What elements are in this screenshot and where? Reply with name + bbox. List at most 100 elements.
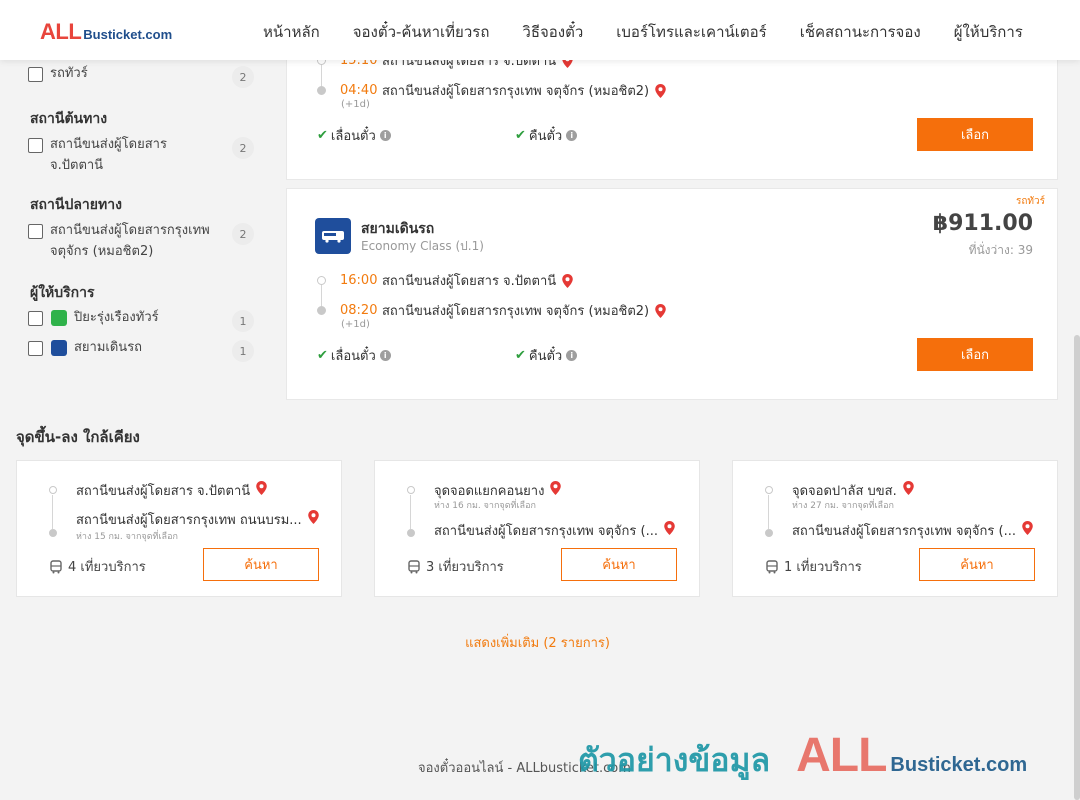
- trip-count: 1 เที่ยวบริการ: [765, 556, 862, 577]
- logo-all: ALL: [40, 19, 82, 44]
- map-pin-icon[interactable]: [664, 521, 675, 535]
- feature-refund: ✔ คืนตั๋ว i: [515, 125, 578, 146]
- trip-count: 4 เที่ยวบริการ: [49, 556, 146, 577]
- filter-label: ปิยะรุ่งเรืองทัวร์: [74, 310, 159, 325]
- filter-count: 2: [232, 223, 254, 245]
- check-icon: ✔: [515, 348, 526, 363]
- arrive-time: 08:20: [340, 303, 378, 318]
- distance-label: ห่าง 16 กม. จากจุดที่เลือก: [434, 501, 536, 511]
- feature-label: เลื่อนตั๋ว: [330, 349, 376, 364]
- filter-label: สยามเดินรถ: [74, 340, 143, 355]
- select-button[interactable]: เลือก: [917, 338, 1033, 371]
- filter-destination[interactable]: สถานีขนส่งผู้โดยสารกรุงเทพ จตุจักร (หมอช…: [28, 223, 254, 262]
- distance-label: ห่าง 15 กม. จากจุดที่เลือก: [76, 532, 178, 542]
- info-icon[interactable]: i: [566, 130, 578, 141]
- route-line: [52, 495, 53, 529]
- next-day-label: (+1d): [341, 99, 370, 110]
- info-icon[interactable]: i: [379, 130, 391, 141]
- info-icon[interactable]: i: [379, 350, 391, 361]
- operators-title: ผู้ให้บริการ: [30, 285, 95, 301]
- filter-bus-type[interactable]: รถทัวร์ 2: [28, 66, 254, 88]
- nav-home[interactable]: หน้าหลัก: [263, 20, 320, 44]
- operator-logo-icon: [315, 218, 351, 254]
- nav-how-to-book[interactable]: วิธีจองตั๋ว: [522, 20, 583, 44]
- map-pin-icon[interactable]: [1022, 521, 1033, 535]
- bus-icon: [766, 559, 778, 573]
- bus-class: Economy Class (ป.1): [361, 239, 484, 253]
- map-pin-icon[interactable]: [655, 303, 666, 318]
- filter-count: 1: [232, 310, 254, 332]
- depart-place: สถานีขนส่งผู้โดยสาร จ.ปัตตานี: [382, 274, 557, 289]
- depart-dot: [317, 276, 326, 285]
- nearby-card: สถานีขนส่งผู้โดยสาร จ.ปัตตานี สถานีขนส่ง…: [16, 460, 342, 597]
- checkbox[interactable]: [28, 224, 43, 239]
- to-label: สถานีขนส่งผู้โดยสารกรุงเทพ ถนนบรม...: [76, 513, 302, 528]
- arrive-dot: [317, 306, 326, 315]
- map-pin-icon[interactable]: [550, 481, 562, 495]
- filter-label: สถานีขนส่งผู้โดยสาร จ.ปัตตานี: [50, 137, 167, 173]
- arrive-dot: [317, 86, 326, 95]
- search-button[interactable]: ค้นหา: [203, 548, 319, 581]
- checkbox[interactable]: [28, 311, 43, 326]
- filter-operator-siam[interactable]: สยามเดินรถ 1: [28, 340, 254, 362]
- distance-label: ห่าง 27 กม. จากจุดที่เลือก: [792, 501, 894, 511]
- nav-phone-counters[interactable]: เบอร์โทรและเคาน์เตอร์: [616, 20, 766, 44]
- route-line: [410, 495, 411, 529]
- nav-book-search[interactable]: จองตั๋ว-ค้นหาเที่ยวรถ: [353, 20, 490, 44]
- to-place: สถานีขนส่งผู้โดยสารกรุงเทพ จตุจักร (...: [792, 520, 1033, 541]
- map-pin-icon[interactable]: [307, 510, 319, 524]
- nav-check-status[interactable]: เช็คสถานะการจอง: [800, 20, 921, 44]
- check-icon: ✔: [317, 128, 328, 143]
- operator-logo-icon: [51, 340, 67, 356]
- arrive-time: 04:40: [340, 83, 378, 98]
- feature-reschedule: ✔ เลื่อนตั๋ว i: [317, 345, 391, 366]
- search-button[interactable]: ค้นหา: [919, 548, 1035, 581]
- map-pin-icon[interactable]: [655, 83, 666, 98]
- check-icon: ✔: [515, 128, 526, 143]
- to-dot: [49, 529, 57, 537]
- checkbox[interactable]: [28, 341, 43, 356]
- filter-operator-piyarung[interactable]: ปิยะรุ่งเรืองทัวร์ 1: [28, 310, 254, 332]
- filter-origin[interactable]: สถานีขนส่งผู้โดยสาร จ.ปัตตานี 2: [28, 137, 254, 176]
- info-icon[interactable]: i: [566, 350, 578, 361]
- from-place: สถานีขนส่งผู้โดยสาร จ.ปัตตานี: [76, 480, 267, 501]
- main-nav: หน้าหลัก จองตั๋ว-ค้นหาเที่ยวรถ วิธีจองตั…: [263, 20, 1023, 44]
- map-pin-icon[interactable]: [256, 481, 267, 495]
- nav-operators[interactable]: ผู้ให้บริการ: [954, 20, 1023, 44]
- arrive-place: สถานีขนส่งผู้โดยสารกรุงเทพ จตุจักร (หมอช…: [382, 304, 650, 319]
- feature-label: คืนตั๋ว: [528, 129, 563, 144]
- select-button[interactable]: เลือก: [917, 118, 1033, 151]
- to-place: สถานีขนส่งผู้โดยสารกรุงเทพ ถนนบรม...: [76, 509, 319, 530]
- to-dot: [765, 529, 773, 537]
- trip-count: 3 เที่ยวบริการ: [407, 556, 504, 577]
- feature-refund: ✔ คืนตั๋ว i: [515, 345, 578, 366]
- from-label: จุดจอดแยกคอนยาง: [434, 484, 545, 499]
- to-label: สถานีขนส่งผู้โดยสารกรุงเทพ จตุจักร (...: [792, 524, 1016, 539]
- price: ฿911.00: [932, 211, 1033, 236]
- show-more-link[interactable]: แสดงเพิ่มเติม (2 รายการ): [0, 632, 1075, 653]
- checkbox[interactable]: [28, 138, 43, 153]
- filter-count: 2: [232, 137, 254, 159]
- filter-label: รถทัวร์: [50, 66, 88, 81]
- map-pin-icon[interactable]: [902, 481, 914, 495]
- arrive-row: 04:40 สถานีขนส่งผู้โดยสารกรุงเทพ จตุจักร…: [317, 80, 666, 101]
- scrollbar[interactable]: [1074, 335, 1080, 800]
- trip-count-label: 3 เที่ยวบริการ: [426, 560, 504, 575]
- watermark-thai: ตัวอย่างข้อมูล: [578, 741, 771, 779]
- watermark-busticket: Busticket.com: [890, 754, 1028, 776]
- search-button[interactable]: ค้นหา: [561, 548, 677, 581]
- logo-busticket: Busticket.com: [83, 27, 173, 42]
- nearby-card: จุดจอดปาลัส บขส. ห่าง 27 กม. จากจุดที่เล…: [732, 460, 1058, 597]
- check-icon: ✔: [317, 348, 328, 363]
- arrive-place: สถานีขนส่งผู้โดยสารกรุงเทพ จตุจักร (หมอช…: [382, 84, 650, 99]
- checkbox[interactable]: [28, 67, 43, 82]
- depart-time: 16:00: [340, 273, 378, 288]
- map-pin-icon[interactable]: [562, 273, 573, 288]
- site-logo[interactable]: ALL Busticket.com: [40, 19, 172, 45]
- destination-title: สถานีปลายทาง: [30, 197, 122, 213]
- operator-logo-icon: [51, 310, 67, 326]
- from-label: จุดจอดปาลัส บขส.: [792, 484, 897, 499]
- seats-available: ที่นั่งว่าง: 39: [968, 243, 1033, 257]
- watermark-all: ALL: [796, 729, 887, 782]
- feature-label: เลื่อนตั๋ว: [330, 129, 376, 144]
